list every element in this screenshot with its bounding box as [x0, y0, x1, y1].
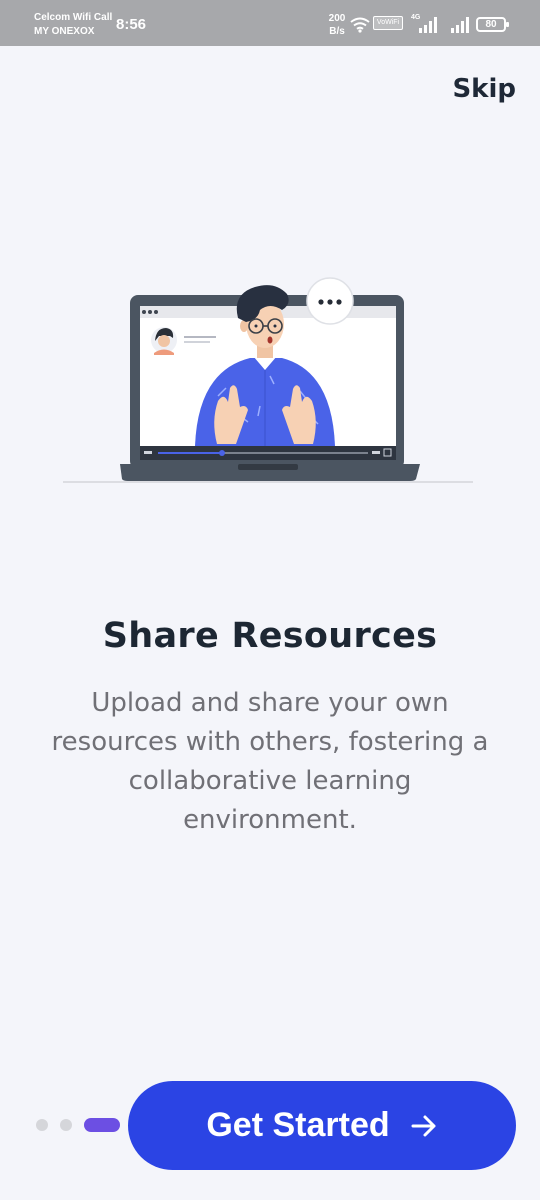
chat-bubble-icon: [306, 277, 354, 325]
skip-button[interactable]: Skip: [452, 74, 516, 104]
network-speed-unit: B/s: [329, 26, 345, 37]
signal-icon: [451, 17, 469, 33]
get-started-button[interactable]: Get Started: [128, 1081, 516, 1170]
page-dot: [36, 1119, 48, 1131]
battery-level: 80: [485, 19, 497, 30]
clock: 8:56: [116, 16, 147, 33]
battery-icon: 80: [476, 17, 509, 32]
page-description: Upload and share your own resources with…: [51, 688, 489, 835]
wifi-icon: [350, 17, 370, 33]
vowifi-icon: VoWiFi: [373, 16, 403, 30]
signal-icon: [419, 17, 437, 33]
page-dot: [60, 1119, 72, 1131]
carrier-secondary: MY ONEXOX: [34, 26, 95, 37]
carrier-primary: Celcom Wifi Call: [34, 12, 113, 23]
get-started-label: Get Started: [206, 1106, 390, 1144]
video-player-controls: [140, 446, 396, 460]
network-speed: 200 B/s: [324, 12, 350, 38]
carrier-info: Celcom Wifi Call MY ONEXOX: [34, 11, 118, 39]
video-call-illustration: [63, 277, 473, 483]
network-speed-value: 200: [328, 13, 346, 24]
arrow-right-icon: [411, 1115, 436, 1136]
page-dot-active: [84, 1118, 120, 1132]
page-title: Share Resources: [102, 616, 438, 656]
status-bar: Celcom Wifi Call MY ONEXOX 8:56 200 B/s …: [0, 0, 540, 46]
